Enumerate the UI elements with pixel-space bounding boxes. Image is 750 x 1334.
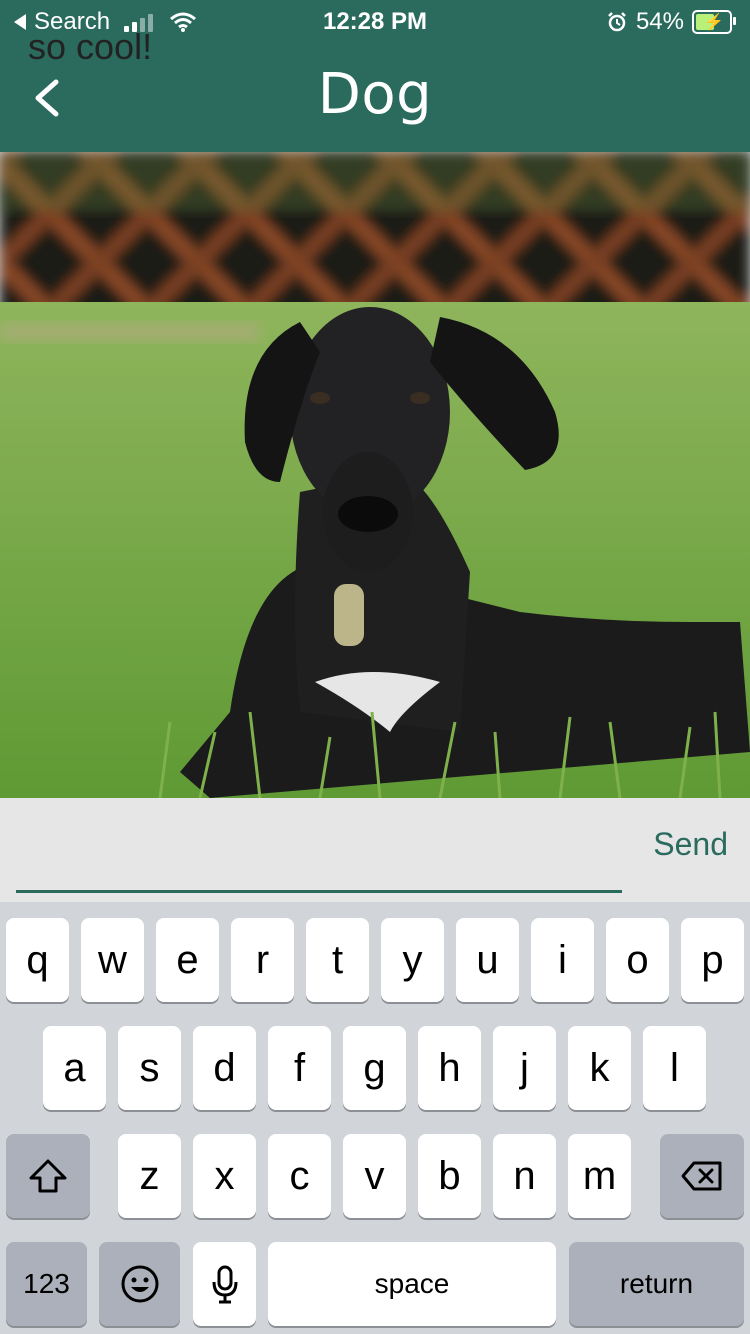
space-key-label: space <box>374 1268 450 1299</box>
key-h[interactable]: h <box>418 1026 481 1110</box>
status-right: 54% ⚡ <box>606 8 736 36</box>
key-q[interactable]: q <box>6 918 69 1002</box>
return-key-label: return <box>619 1268 694 1299</box>
emoji-icon <box>121 1265 158 1303</box>
key-m[interactable]: m <box>568 1134 631 1218</box>
delete-key[interactable] <box>660 1134 744 1218</box>
key-d[interactable]: d <box>193 1026 256 1110</box>
comment-text: so cool! <box>28 26 153 67</box>
key-y[interactable]: y <box>381 918 444 1002</box>
text-caret <box>158 25 162 69</box>
key-n[interactable]: n <box>493 1134 556 1218</box>
key-u[interactable]: u <box>456 918 519 1002</box>
dog-image <box>0 152 750 798</box>
backspace-icon <box>681 1161 722 1191</box>
dog-photo <box>0 152 750 798</box>
key-k[interactable]: k <box>568 1026 631 1110</box>
key-b[interactable]: b <box>418 1134 481 1218</box>
space-key[interactable]: space <box>268 1242 556 1326</box>
microphone-icon <box>212 1265 237 1304</box>
key-p[interactable]: p <box>681 918 744 1002</box>
key-j[interactable]: j <box>493 1026 556 1110</box>
key-a[interactable]: a <box>43 1026 106 1110</box>
key-s[interactable]: s <box>118 1026 181 1110</box>
comment-input-underline <box>16 890 622 893</box>
return-key[interactable]: return <box>569 1242 744 1326</box>
key-t[interactable]: t <box>306 918 369 1002</box>
key-g[interactable]: g <box>343 1026 406 1110</box>
comment-input[interactable]: so cool! <box>16 14 622 80</box>
key-x[interactable]: x <box>193 1134 256 1218</box>
key-r[interactable]: r <box>231 918 294 1002</box>
battery-icon: ⚡ <box>692 10 736 34</box>
shift-key[interactable] <box>6 1134 90 1218</box>
key-l[interactable]: l <box>643 1026 706 1110</box>
key-i[interactable]: i <box>531 918 594 1002</box>
numbers-key-label: 123 <box>23 1268 70 1299</box>
battery-percentage: 54% <box>635 8 684 35</box>
dictation-key[interactable] <box>193 1242 256 1326</box>
key-o[interactable]: o <box>606 918 669 1002</box>
comment-bar <box>0 798 750 902</box>
emoji-key[interactable] <box>99 1242 180 1326</box>
key-z[interactable]: z <box>118 1134 181 1218</box>
shift-icon <box>29 1159 67 1193</box>
key-c[interactable]: c <box>268 1134 331 1218</box>
send-button[interactable]: Send <box>653 826 728 863</box>
numbers-key[interactable]: 123 <box>6 1242 87 1326</box>
keyboard: q w e r t y u i o p a s d f g h j k l z … <box>0 902 750 1334</box>
key-e[interactable]: e <box>156 918 219 1002</box>
key-f[interactable]: f <box>268 1026 331 1110</box>
key-w[interactable]: w <box>81 918 144 1002</box>
key-v[interactable]: v <box>343 1134 406 1218</box>
